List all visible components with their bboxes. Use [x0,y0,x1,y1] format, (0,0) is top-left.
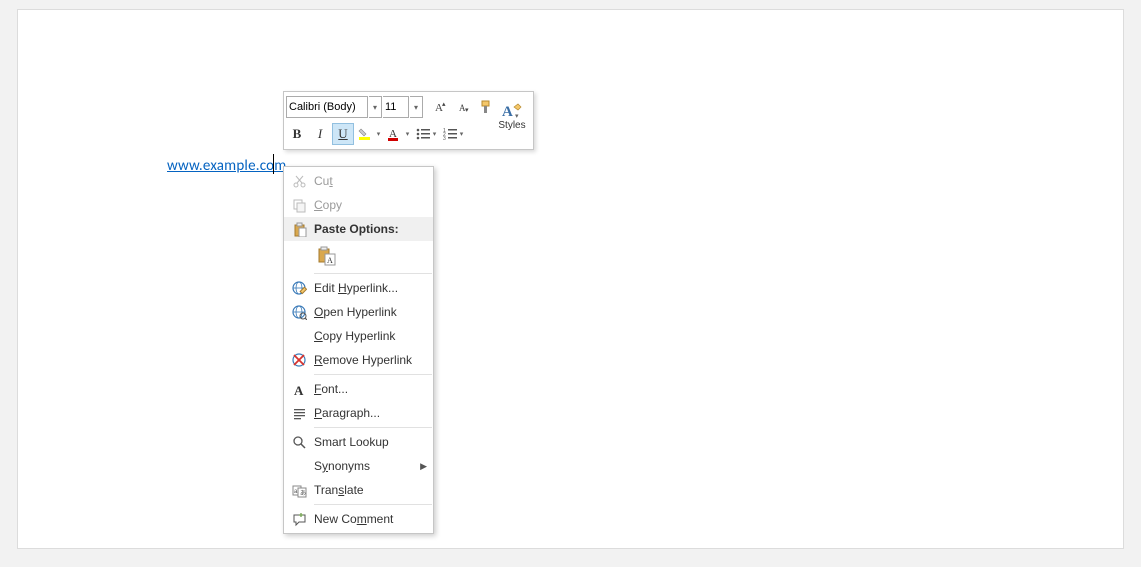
menu-label: Translate [310,483,427,497]
new-comment-icon [288,512,310,527]
mini-toolbar: ▾ ▾ A ▴ A ▾ [283,91,534,150]
dropdown-arrow-icon: ▾ [460,130,464,138]
menu-open-hyperlink[interactable]: Open Hyperlink [284,300,433,324]
svg-text:あ: あ [300,490,306,497]
svg-text:A: A [294,383,304,397]
menu-label: Remove Hyperlink [310,353,427,367]
paste-icon [288,222,310,237]
svg-text:A: A [327,256,333,265]
font-name-combo[interactable] [286,96,368,118]
font-size-dropdown[interactable]: ▾ [410,96,423,118]
separator [314,374,432,375]
shrink-font-icon: A ▾ [455,99,471,115]
italic-button[interactable]: I [309,123,331,145]
menu-copy: Copy [284,193,433,217]
bullets-button[interactable]: ▾ [413,123,439,145]
menu-paste-options-header: Paste Options: [284,217,433,241]
format-painter-icon [478,99,494,115]
menu-label: Edit Hyperlink... [310,281,427,295]
dropdown-arrow-icon: ▾ [377,130,381,138]
menu-label: Font... [310,382,427,396]
menu-label: Open Hyperlink [310,305,427,319]
styles-button[interactable]: A ▾ Styles [495,94,529,138]
copy-icon [288,198,310,213]
grow-font-button[interactable]: A ▴ [429,96,451,118]
menu-paragraph[interactable]: Paragraph... [284,401,433,425]
svg-text:▴: ▴ [442,101,446,108]
menu-label: Copy [310,198,427,212]
menu-remove-hyperlink[interactable]: Remove Hyperlink [284,348,433,372]
dropdown-arrow-icon: ▾ [433,130,437,138]
menu-translate[interactable]: aあ Translate [284,478,433,502]
font-name-dropdown[interactable]: ▾ [369,96,382,118]
paste-options-gallery: A [284,241,433,271]
font-color-icon: A [387,126,405,142]
menu-font[interactable]: A Font... [284,377,433,401]
smart-lookup-icon [288,435,310,450]
bold-button[interactable]: B [286,123,308,145]
context-menu: Cut Copy Paste Options: [283,166,434,534]
page[interactable]: www.example.com ▾ ▾ A ▴ A ▾ [17,9,1124,549]
remove-hyperlink-icon [288,352,310,368]
svg-text:▾: ▾ [515,113,519,120]
edit-hyperlink-icon [288,280,310,296]
cut-icon [288,174,310,189]
document-area: www.example.com ▾ ▾ A ▴ A ▾ [0,0,1141,567]
menu-synonyms[interactable]: Synonyms ▶ [284,454,433,478]
font-size-combo[interactable] [383,96,409,118]
menu-label: Synonyms [310,459,420,473]
bullets-icon [416,127,432,141]
text-cursor [273,154,274,174]
menu-label: Copy Hyperlink [310,329,427,343]
highlight-button[interactable]: ▾ [355,123,383,145]
underline-button[interactable]: U [332,123,354,145]
numbering-icon: 1 2 3 [443,127,459,141]
menu-copy-hyperlink[interactable]: Copy Hyperlink [284,324,433,348]
separator [314,427,432,428]
svg-text:▾: ▾ [465,107,469,114]
numbering-button[interactable]: 1 2 3 ▾ [440,123,466,145]
styles-icon: A ▾ [501,102,523,120]
styles-label: Styles [498,120,525,131]
menu-cut: Cut [284,169,433,193]
menu-edit-hyperlink[interactable]: Edit Hyperlink... [284,276,433,300]
menu-label: New Comment [310,512,427,526]
menu-label: Paragraph... [310,406,427,420]
submenu-arrow-icon: ▶ [420,461,427,472]
translate-icon: aあ [288,483,310,498]
menu-new-comment[interactable]: New Comment [284,507,433,531]
separator [314,273,432,274]
hyperlink-text[interactable]: www.example.com [167,157,286,175]
paste-keep-text-icon: A [317,246,337,266]
menu-label: Paste Options: [310,222,427,236]
menu-label: Cut [310,174,427,188]
svg-text:3: 3 [443,136,446,141]
paragraph-icon [288,406,310,421]
grow-font-icon: A ▴ [432,99,448,115]
font-icon: A [288,382,310,397]
dropdown-arrow-icon: ▾ [406,130,410,138]
font-color-button[interactable]: A ▾ [384,123,412,145]
separator [314,504,432,505]
svg-text:A: A [502,104,513,120]
highlight-icon [358,126,376,142]
menu-smart-lookup[interactable]: Smart Lookup [284,430,433,454]
format-painter-button[interactable] [475,96,497,118]
open-hyperlink-icon [288,304,310,320]
shrink-font-button[interactable]: A ▾ [452,96,474,118]
paste-keep-text-only[interactable]: A [314,243,340,269]
menu-label: Smart Lookup [310,435,427,449]
